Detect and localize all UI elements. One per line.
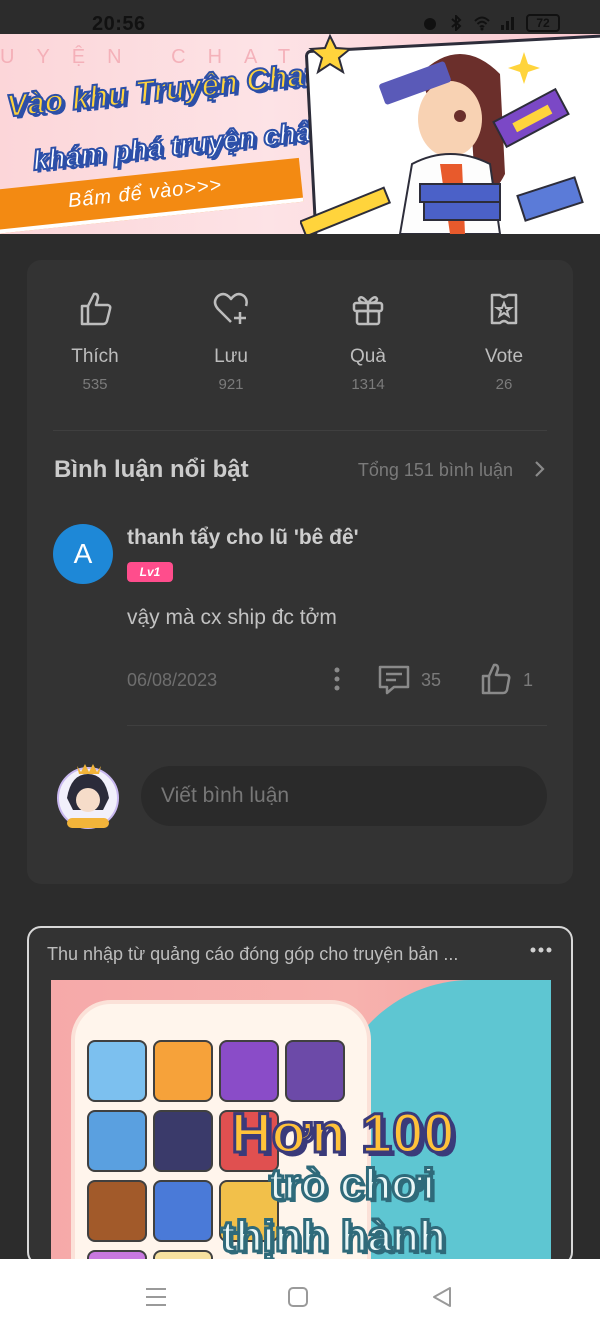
thumbs-up-icon[interactable] <box>479 662 513 696</box>
reply-count: 35 <box>421 670 442 690</box>
home-square-icon[interactable] <box>284 1283 312 1311</box>
gift-label: Quà <box>350 346 386 367</box>
ad-title: Thu nhập từ quảng cáo đóng góp cho truyệ… <box>47 944 459 964</box>
ad-headline: Hơn 100 <box>229 1100 455 1166</box>
battery-indicator: 72 <box>526 14 560 32</box>
promo-banner[interactable]: UYỆN CHAT Vào khu Truyện Chat, khám phá … <box>0 34 600 234</box>
gift-icon <box>352 295 384 326</box>
game-icon <box>153 1040 213 1102</box>
total-comments-link[interactable]: Tổng 151 bình luận <box>358 460 513 481</box>
alarm-icon <box>424 18 436 30</box>
ad-subheadline: trò chơi <box>268 1159 437 1211</box>
comment-author[interactable]: thanh tẩy cho lũ 'bê đê' <box>127 526 359 550</box>
more-horizontal-icon[interactable] <box>529 946 553 954</box>
save-label: Lưu <box>214 346 248 367</box>
action-bar: Thích 535 Lưu 921 Quà 1314 Vote 26 <box>27 290 573 400</box>
gift-count: 1314 <box>351 376 385 393</box>
menu-icon[interactable] <box>142 1283 170 1311</box>
game-icon <box>87 1180 147 1242</box>
ad-image[interactable]: Hơn 100 trò chơi thịnh hành <box>51 980 551 1264</box>
girl-reading-illustration <box>300 34 584 234</box>
comment-text: vậy mà cx ship đc tởm <box>127 606 337 629</box>
banner-cta-label: Bấm để vào>>> <box>66 174 224 213</box>
heart-plus-icon <box>213 292 248 324</box>
gift-action[interactable]: Quà 1314 <box>318 290 418 400</box>
status-time: 20:56 <box>92 13 146 35</box>
reaction-comment-card: Thích 535 Lưu 921 Quà 1314 Vote 26 Bình … <box>27 260 573 884</box>
game-icon <box>87 1040 147 1102</box>
vote-ticket-icon <box>490 293 518 325</box>
game-icon <box>285 1040 345 1102</box>
chevron-right-icon[interactable] <box>533 459 547 479</box>
ad-tagline: thịnh hành <box>220 1211 448 1263</box>
game-icon <box>219 1040 279 1102</box>
comment-input[interactable]: Viết bình luận <box>141 766 547 826</box>
comment-compose: Viết bình luận <box>27 760 573 840</box>
back-triangle-icon[interactable] <box>428 1283 456 1311</box>
reply-comment-icon[interactable] <box>377 664 411 696</box>
wifi-icon <box>474 16 490 31</box>
ad-card[interactable]: Thu nhập từ quảng cáo đóng góp cho truyệ… <box>27 926 573 1266</box>
divider <box>53 430 547 431</box>
more-vertical-icon[interactable] <box>329 666 345 692</box>
vote-action[interactable]: Vote 26 <box>454 290 554 400</box>
like-action[interactable]: Thích 535 <box>45 290 145 400</box>
vote-count: 26 <box>495 376 513 393</box>
comment-date: 06/08/2023 <box>127 670 218 690</box>
screen: UYỆN CHAT Vào khu Truyện Chat, khám phá … <box>0 0 600 1333</box>
level-badge: Lv1 <box>127 562 173 582</box>
divider <box>127 725 547 726</box>
save-count: 921 <box>218 376 244 393</box>
like-count: 1 <box>523 670 534 690</box>
thumbs-up-icon <box>80 292 112 326</box>
system-navigation-bar <box>0 1259 600 1333</box>
game-icon <box>87 1110 147 1172</box>
status-icons: 72 <box>422 14 560 32</box>
featured-comments-title: Bình luận nổi bật <box>54 456 249 483</box>
vote-label: Vote <box>484 346 524 367</box>
like-label: Thích <box>71 346 119 367</box>
user-avatar[interactable] <box>53 760 123 832</box>
game-icon <box>153 1180 213 1242</box>
like-count: 535 <box>82 376 108 393</box>
signal-icon <box>501 17 514 30</box>
save-action[interactable]: Lưu 921 <box>181 290 281 400</box>
status-bar: 20:56 72 <box>0 0 600 35</box>
bluetooth-icon <box>451 15 462 31</box>
avatar[interactable]: A <box>53 524 113 584</box>
game-icon <box>153 1110 213 1172</box>
